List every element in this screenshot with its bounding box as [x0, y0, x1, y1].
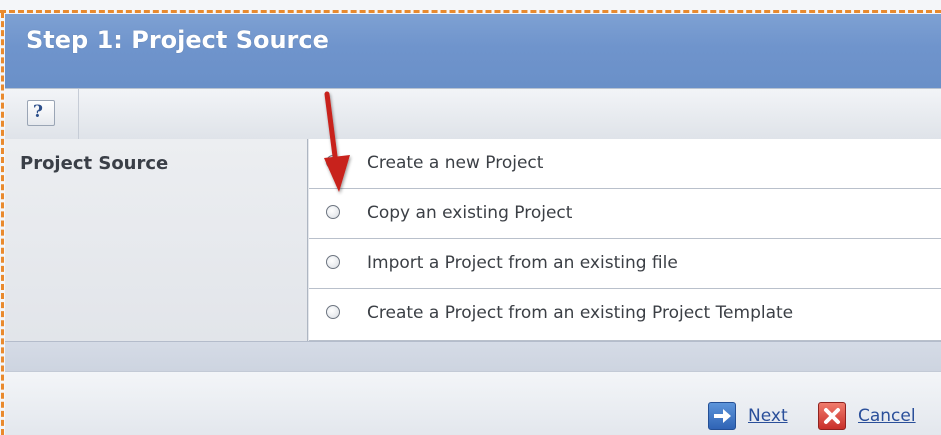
close-icon — [818, 402, 846, 430]
option-label: Create a new Project — [367, 153, 544, 173]
option-create-new[interactable]: Create a new Project — [309, 139, 941, 189]
page-title: Step 1: Project Source — [26, 26, 329, 54]
option-import-file[interactable]: Import a Project from an existing file — [309, 239, 941, 289]
radio-import-file[interactable] — [326, 255, 340, 269]
field-label-cell: Project Source — [5, 139, 308, 341]
option-from-template[interactable]: Create a Project from an existing Projec… — [309, 289, 941, 341]
form-bottom-band — [5, 341, 941, 372]
option-label: Import a Project from an existing file — [367, 253, 678, 273]
cancel-label: Cancel — [858, 406, 916, 426]
option-label: Copy an existing Project — [367, 203, 573, 223]
option-copy-existing[interactable]: Copy an existing Project — [309, 189, 941, 239]
dashed-border-top — [0, 10, 941, 13]
help-icon: ? — [33, 102, 43, 122]
wizard-footer: Next Cancel — [5, 371, 941, 435]
radio-from-template[interactable] — [326, 305, 340, 319]
toolbar: ? — [5, 88, 941, 140]
red-arrow-annotation — [324, 91, 350, 192]
radio-copy-existing[interactable] — [326, 205, 340, 219]
arrow-right-icon — [708, 402, 736, 430]
option-label: Create a Project from an existing Projec… — [367, 303, 794, 323]
toolbar-separator — [78, 89, 79, 139]
project-source-form: Project Source Create a new Project Copy… — [5, 139, 941, 341]
help-button[interactable]: ? — [27, 100, 55, 126]
project-source-label: Project Source — [20, 153, 169, 174]
wizard-window: Step 1: Project Source ? Project Source … — [0, 0, 941, 435]
next-label: Next — [748, 406, 788, 426]
dashed-border-left — [1, 12, 4, 435]
